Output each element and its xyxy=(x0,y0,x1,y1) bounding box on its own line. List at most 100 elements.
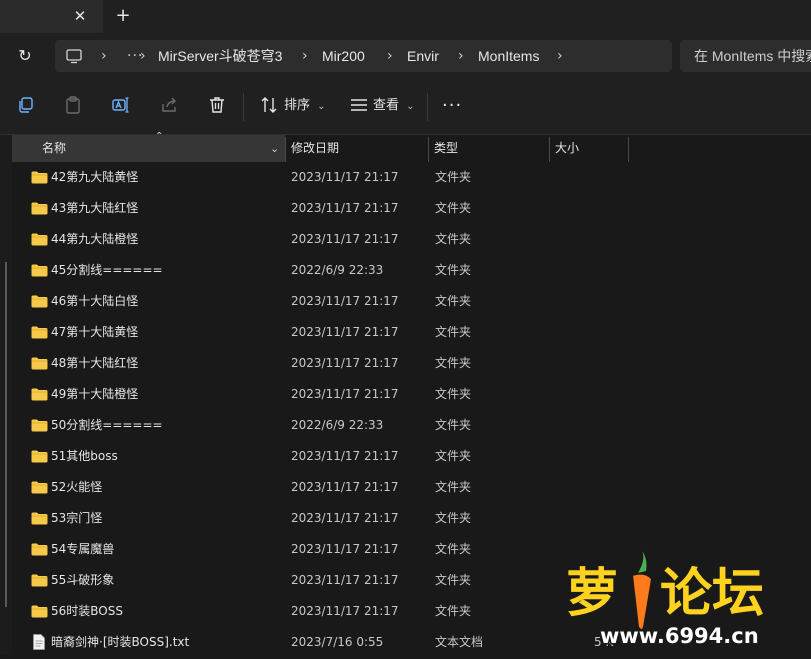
folder-row[interactable]: 48第十大陆红怪 2023/11/17 21:17 文件夹 xyxy=(12,348,811,379)
svg-text:www.6994.cn: www.6994.cn xyxy=(600,624,759,648)
row-type: 文件夹 xyxy=(435,542,472,556)
folder-row[interactable]: 53宗门怪 2023/11/17 21:17 文件夹 xyxy=(12,503,811,534)
row-name: 44第九大陆橙怪 xyxy=(51,232,139,246)
row-name: 48第十大陆红怪 xyxy=(51,356,139,370)
paste-icon[interactable] xyxy=(63,95,85,117)
new-tab-icon[interactable]: + xyxy=(113,6,133,26)
folder-icon xyxy=(31,388,48,401)
folder-row[interactable]: 43第九大陆红怪 2023/11/17 21:17 文件夹 xyxy=(12,193,811,224)
view-button[interactable]: 查看 ⌄ xyxy=(373,95,415,117)
column-header: ⌃ 名称 ⌄ 修改日期 类型 大小 xyxy=(12,131,811,162)
row-type: 文件夹 xyxy=(435,511,472,525)
folder-row[interactable]: 46第十大陆白怪 2023/11/17 21:17 文件夹 xyxy=(12,286,811,317)
column-divider[interactable] xyxy=(428,137,429,162)
row-modified-date: 2022/6/9 22:33 xyxy=(291,263,384,277)
folder-icon xyxy=(31,171,48,184)
breadcrumb-separator: › xyxy=(140,48,146,64)
row-modified-date: 2022/6/9 22:33 xyxy=(291,418,384,432)
column-divider[interactable] xyxy=(628,137,629,162)
row-type: 文件夹 xyxy=(435,325,472,339)
row-name: 43第九大陆红怪 xyxy=(51,201,139,215)
row-modified-date: 2023/11/17 21:17 xyxy=(291,294,399,308)
row-type: 文件夹 xyxy=(435,356,472,370)
folder-icon xyxy=(31,326,48,339)
active-tab[interactable]: ✕ xyxy=(0,0,103,33)
share-icon[interactable] xyxy=(159,95,181,117)
folder-row[interactable]: 50分割线====== 2022/6/9 22:33 文件夹 xyxy=(12,410,811,441)
row-type: 文件夹 xyxy=(435,573,472,587)
folder-icon xyxy=(31,605,48,618)
row-type: 文件夹 xyxy=(435,232,472,246)
row-modified-date: 2023/7/16 0:55 xyxy=(291,635,384,649)
folder-icon xyxy=(31,202,48,215)
row-name: 暗裔剑神·[时装BOSS].txt xyxy=(51,635,190,649)
modified-column-header[interactable]: 修改日期 xyxy=(291,135,339,162)
row-name: 42第九大陆黄怪 xyxy=(51,170,139,184)
text-file-icon xyxy=(33,634,45,650)
column-divider[interactable] xyxy=(285,137,286,162)
folder-row[interactable]: 51其他boss 2023/11/17 21:17 文件夹 xyxy=(12,441,811,472)
row-modified-date: 2023/11/17 21:17 xyxy=(291,449,399,463)
view-label: 查看 xyxy=(373,98,400,113)
size-column-header[interactable]: 大小 xyxy=(555,135,579,162)
title-bar: ✕ + xyxy=(0,0,811,33)
row-type: 文件夹 xyxy=(435,170,472,184)
folder-icon xyxy=(31,543,48,556)
folder-row[interactable]: 52火能怪 2023/11/17 21:17 文件夹 xyxy=(12,472,811,503)
type-column-header[interactable]: 类型 xyxy=(434,135,458,162)
folder-icon xyxy=(31,512,48,525)
folder-row[interactable]: 44第九大陆橙怪 2023/11/17 21:17 文件夹 xyxy=(12,224,811,255)
row-modified-date: 2023/11/17 21:17 xyxy=(291,325,399,339)
row-type: 文本文档 xyxy=(435,635,484,649)
row-name: 46第十大陆白怪 xyxy=(51,294,139,308)
svg-text:萝: 萝 xyxy=(566,564,618,624)
sort-icon[interactable] xyxy=(259,95,281,117)
folder-icon xyxy=(31,481,48,494)
delete-icon[interactable] xyxy=(207,95,229,117)
row-name: 55斗破形象 xyxy=(51,573,115,587)
breadcrumb-item[interactable]: Mir200 xyxy=(322,40,365,72)
close-tab-icon[interactable]: ✕ xyxy=(70,6,90,26)
command-toolbar: 排序 ⌄ 查看 ⌄ ··· xyxy=(0,79,811,135)
refresh-icon[interactable]: ↻ xyxy=(14,45,36,67)
column-divider[interactable] xyxy=(549,137,550,162)
row-modified-date: 2023/11/17 21:17 xyxy=(291,604,399,618)
folder-row[interactable]: 42第九大陆黄怪 2023/11/17 21:17 文件夹 xyxy=(12,162,811,193)
more-options-icon[interactable]: ··· xyxy=(442,95,462,117)
breadcrumb-item[interactable]: Envir xyxy=(407,40,439,72)
folder-row[interactable]: 47第十大陆黄怪 2023/11/17 21:17 文件夹 xyxy=(12,317,811,348)
breadcrumb-separator: › xyxy=(302,48,308,64)
address-bar[interactable]: › ··· › MirServer斗破苍穹3 › Mir200 › Envir … xyxy=(55,40,672,72)
address-row: ↻ › ··· › MirServer斗破苍穹3 › Mir200 › Envi… xyxy=(0,33,811,79)
row-modified-date: 2023/11/17 21:17 xyxy=(291,480,399,494)
sort-button[interactable]: 排序 ⌄ xyxy=(284,95,326,117)
row-modified-date: 2023/11/17 21:17 xyxy=(291,573,399,587)
row-name: 52火能怪 xyxy=(51,480,103,494)
row-name: 45分割线====== xyxy=(51,263,163,277)
search-input[interactable]: 在 MonItems 中搜索 xyxy=(680,40,811,72)
svg-text:论坛: 论坛 xyxy=(660,564,764,624)
rename-icon[interactable] xyxy=(111,95,133,117)
breadcrumb-separator: › xyxy=(101,48,107,64)
folder-icon xyxy=(31,295,48,308)
folder-icon xyxy=(31,419,48,432)
breadcrumb-item[interactable]: MirServer斗破苍穹3 xyxy=(158,40,282,72)
row-modified-date: 2023/11/17 21:17 xyxy=(291,356,399,370)
breadcrumb-item[interactable]: MonItems xyxy=(478,40,539,72)
folder-icon xyxy=(31,233,48,246)
breadcrumb-separator: › xyxy=(387,48,393,64)
breadcrumb-separator: › xyxy=(458,48,464,64)
folder-icon xyxy=(31,264,48,277)
chevron-down-icon[interactable]: ⌄ xyxy=(270,135,279,162)
folder-row[interactable]: 49第十大陆橙怪 2023/11/17 21:17 文件夹 xyxy=(12,379,811,410)
toolbar-divider xyxy=(427,93,428,121)
row-modified-date: 2023/11/17 21:17 xyxy=(291,542,399,556)
search-placeholder: 在 MonItems 中搜索 xyxy=(694,48,811,64)
view-icon[interactable] xyxy=(349,95,371,117)
row-modified-date: 2023/11/17 21:17 xyxy=(291,232,399,246)
copy-icon[interactable] xyxy=(16,95,38,117)
navigation-pane-scrollbar[interactable] xyxy=(5,262,7,607)
this-pc-icon[interactable] xyxy=(65,47,83,65)
row-type: 文件夹 xyxy=(435,387,472,401)
folder-row[interactable]: 45分割线====== 2022/6/9 22:33 文件夹 xyxy=(12,255,811,286)
